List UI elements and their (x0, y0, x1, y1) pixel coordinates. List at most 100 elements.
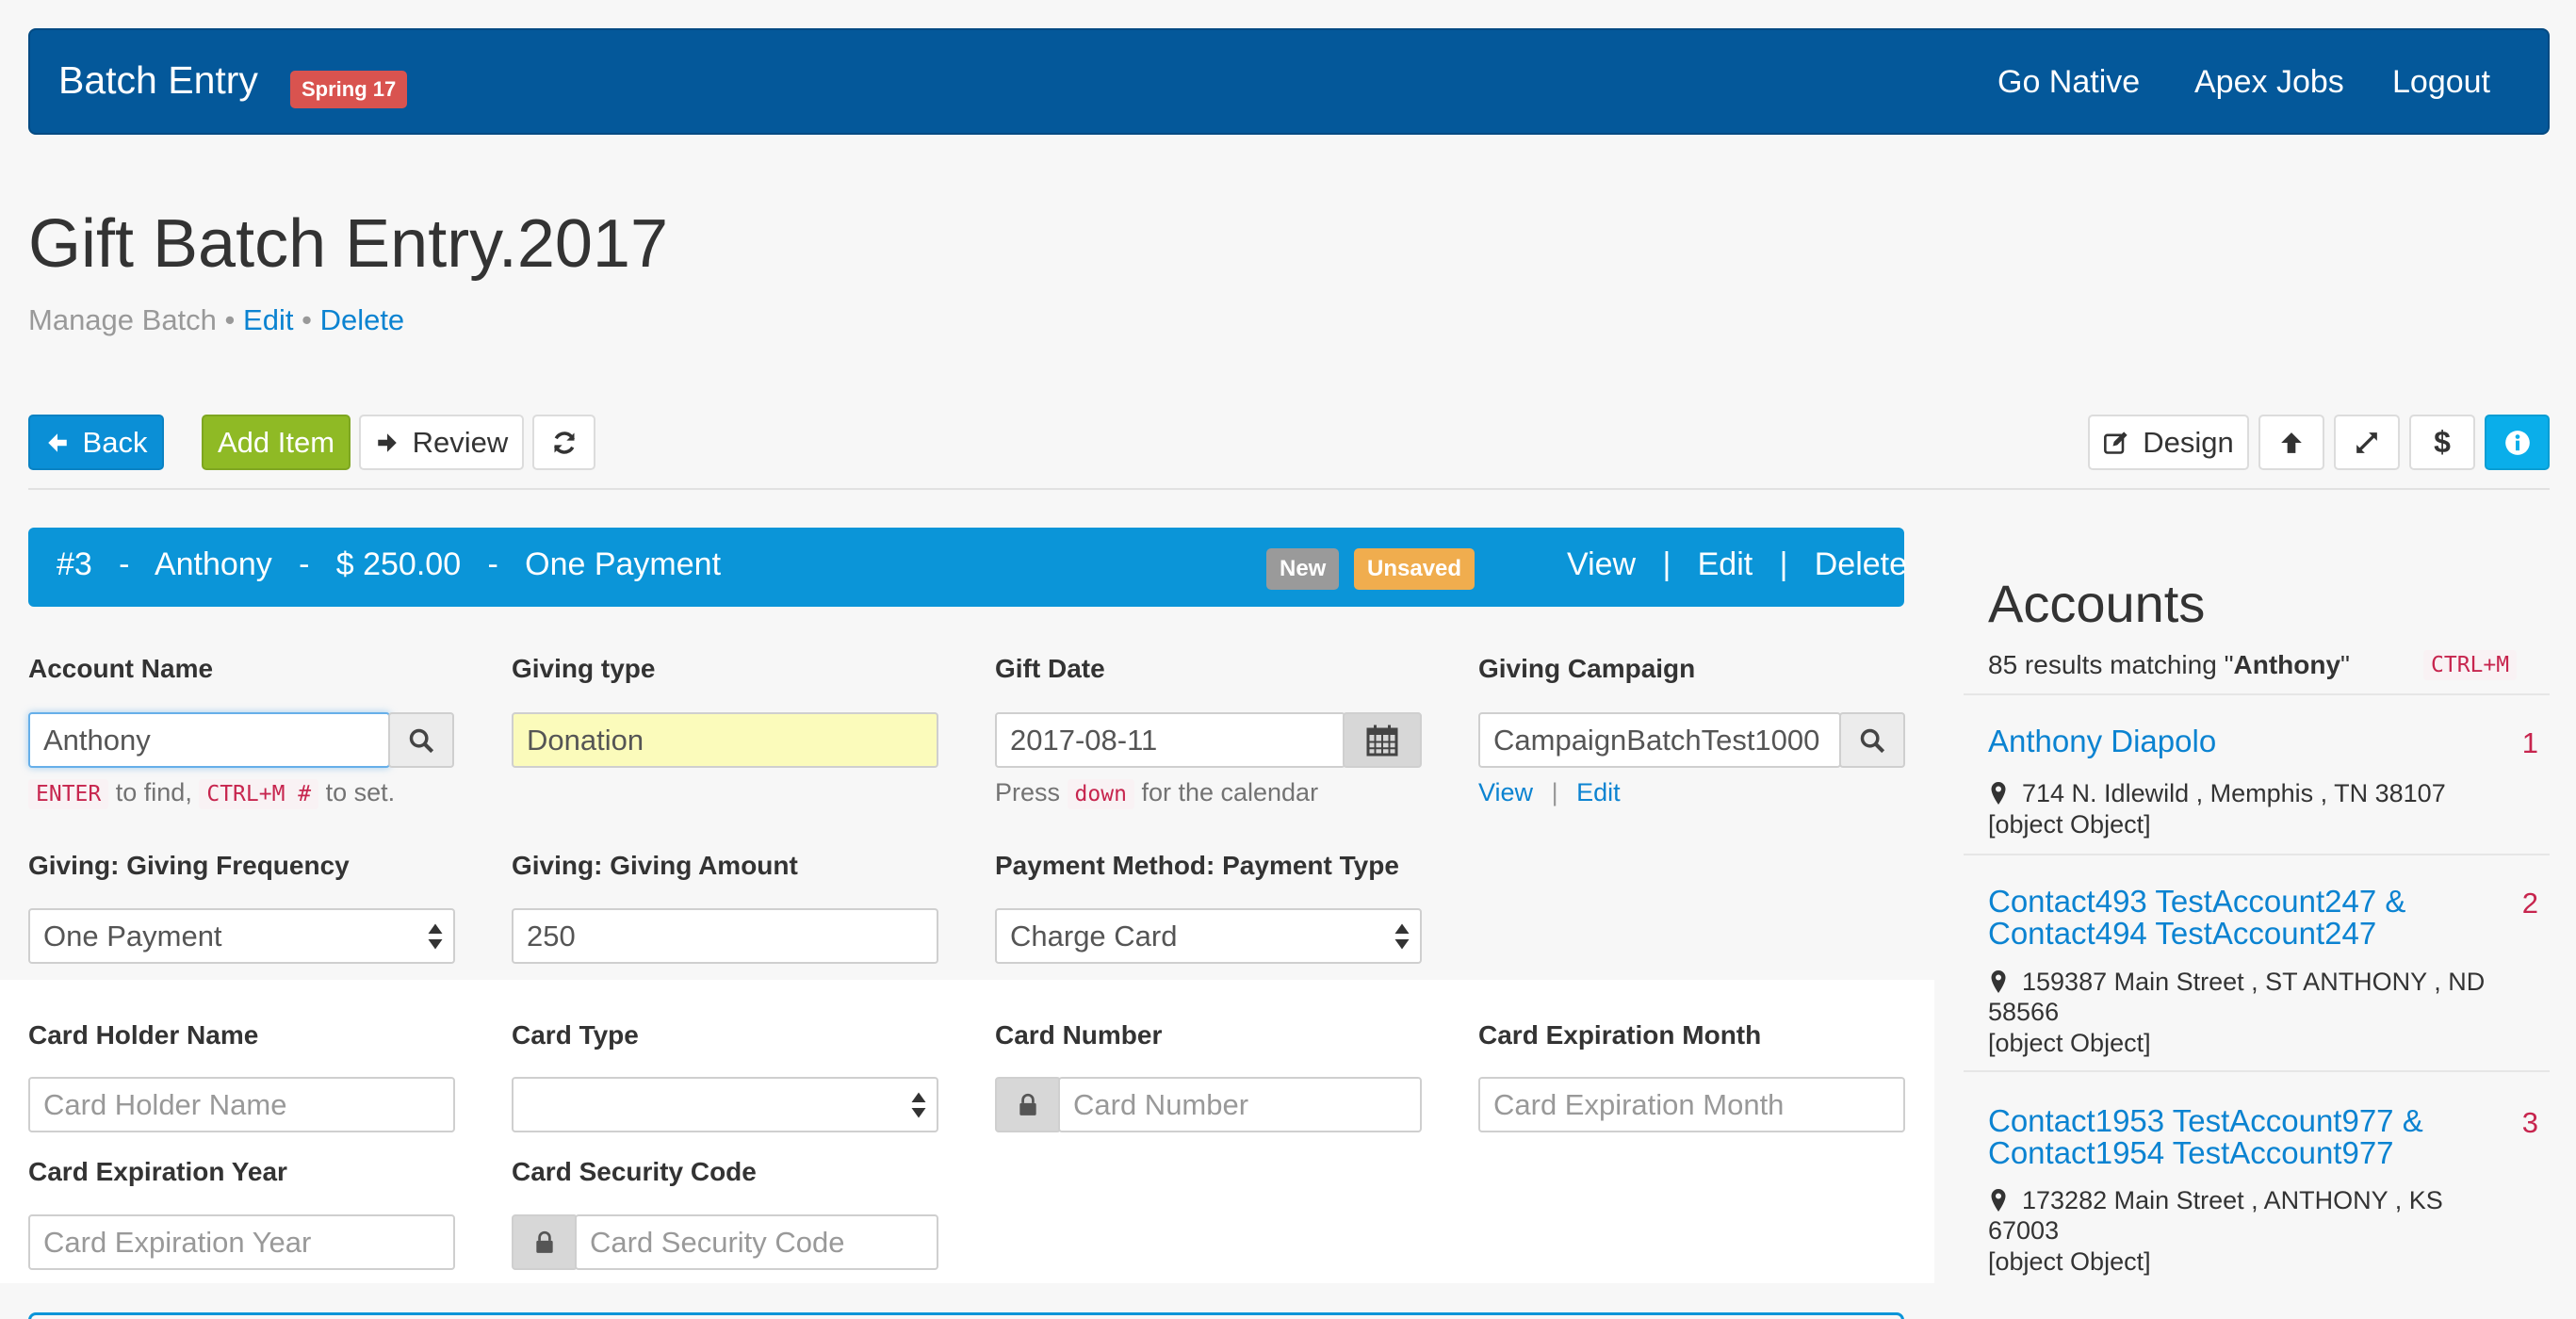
map-marker-icon (1991, 782, 2006, 805)
account-name-help: ENTER to find, CTRL+M # to set. (28, 778, 395, 809)
nav-link-logout[interactable]: Logout (2392, 64, 2490, 101)
delete-batch-link[interactable]: Delete (320, 303, 405, 336)
account-result-item[interactable]: Anthony Diapolo 1 714 N. Idlewild , Memp… (1964, 693, 2550, 854)
account-result-name[interactable]: Anthony Diapolo (1988, 725, 2478, 757)
giving-campaign-label: Giving Campaign (1478, 654, 1696, 683)
design-button[interactable]: Design (2088, 415, 2249, 470)
payment-type-select[interactable]: Charge Card (995, 908, 1422, 964)
item-edit-link[interactable]: Edit (1698, 546, 1753, 582)
info-button[interactable] (2485, 415, 2550, 470)
select-arrows-icon (1394, 923, 1410, 950)
kbd-enter: ENTER (28, 779, 109, 809)
separator: - (487, 546, 498, 582)
card-exp-year-input[interactable]: Card Expiration Year (28, 1214, 455, 1270)
campaign-edit-link[interactable]: Edit (1576, 778, 1621, 806)
account-result-name[interactable]: Contact493 TestAccount247 & Contact494 T… (1988, 886, 2478, 950)
next-item-header (28, 1312, 1904, 1319)
separator: • (302, 303, 312, 336)
card-holder-input[interactable]: Card Holder Name (28, 1077, 455, 1132)
account-name-input[interactable]: Anthony (28, 712, 390, 768)
card-security-input[interactable]: Card Security Code (575, 1214, 938, 1270)
item-number: #3 (57, 546, 92, 582)
results-text: " (2340, 650, 2350, 679)
account-result-number: 2 (2521, 887, 2538, 920)
giving-amount-label: Giving: Giving Amount (512, 851, 798, 880)
gift-date-input[interactable]: 2017-08-11 (995, 712, 1345, 768)
payment-type-value: Charge Card (1010, 920, 1178, 953)
item-view-link[interactable]: View (1567, 546, 1636, 582)
giving-type-input[interactable]: Donation (512, 712, 938, 768)
giving-frequency-select[interactable]: One Payment (28, 908, 455, 964)
add-item-button[interactable]: Add Item (202, 415, 351, 470)
card-exp-month-input[interactable]: Card Expiration Month (1478, 1077, 1905, 1132)
item-delete-link[interactable]: Delete (1815, 546, 1907, 582)
item-frequency: One Payment (525, 546, 722, 582)
item-amount: $ 250.00 (335, 546, 462, 582)
card-number-input[interactable]: Card Number (1058, 1077, 1422, 1132)
toolbar-divider (28, 488, 2550, 490)
nav-link-apex-jobs[interactable]: Apex Jobs (2194, 64, 2344, 101)
giving-frequency-label: Giving: Giving Frequency (28, 851, 350, 880)
back-button[interactable]: Back (28, 415, 164, 470)
refresh-icon (553, 431, 575, 454)
payment-type-label: Payment Method: Payment Type (995, 851, 1399, 880)
search-icon (1860, 728, 1885, 753)
campaign-search-button[interactable] (1839, 712, 1905, 768)
expand-button[interactable] (2334, 415, 2400, 470)
card-exp-month-label: Card Expiration Month (1478, 1020, 1762, 1050)
giving-frequency-value: One Payment (43, 920, 222, 953)
campaign-view-link[interactable]: View (1478, 778, 1533, 806)
manage-batch-label: Manage Batch (28, 303, 217, 336)
top-navbar: Batch Entry Spring 17 Go Native Apex Job… (28, 28, 2550, 135)
move-up-button[interactable] (2258, 415, 2324, 470)
calendar-icon (1366, 725, 1398, 756)
card-security-lock (512, 1214, 578, 1270)
nav-link-go-native[interactable]: Go Native (1997, 64, 2140, 101)
edit-batch-link[interactable]: Edit (243, 303, 293, 336)
account-search-button[interactable] (388, 712, 454, 768)
batch-item-header: #3 - Anthony - $ 250.00 - One Payment Ne… (28, 528, 1907, 607)
separator: | (1662, 546, 1671, 582)
account-result-address: 173282 Main Street , ANTHONY , KS 67003 (1988, 1186, 2443, 1245)
card-type-select[interactable] (512, 1077, 938, 1132)
accounts-results-count: 85 results matching "Anthony" (1988, 650, 2350, 680)
lock-icon (536, 1230, 553, 1253)
gift-date-label: Gift Date (995, 654, 1105, 683)
giving-type-label: Giving type (512, 654, 656, 683)
select-arrows-icon (428, 923, 443, 950)
add-item-label: Add Item (217, 425, 335, 459)
giving-campaign-input[interactable]: CampaignBatchTest1000 (1478, 712, 1841, 768)
currency-button[interactable]: $ (2409, 415, 2475, 470)
help-text: for the calendar (1141, 778, 1319, 806)
account-result-item[interactable]: Contact1953 TestAccount977 & Contact1954… (1964, 1070, 2550, 1296)
lock-icon (1019, 1093, 1036, 1115)
refresh-button[interactable] (532, 415, 595, 470)
card-type-label: Card Type (512, 1020, 639, 1050)
search-icon (409, 728, 434, 753)
account-result-item[interactable]: Contact493 TestAccount247 & Contact494 T… (1964, 854, 2550, 1070)
select-arrows-icon (911, 1092, 926, 1118)
account-result-address: 159387 Main Street , ST ANTHONY , ND 585… (1988, 968, 2486, 1026)
app-brand[interactable]: Batch Entry (58, 58, 258, 103)
account-result-name[interactable]: Contact1953 TestAccount977 & Contact1954… (1988, 1105, 2478, 1169)
results-text: 85 results matching " (1988, 650, 2234, 679)
kbd-down: down (1067, 779, 1134, 809)
review-button[interactable]: Review (359, 415, 524, 470)
item-actions: View | Edit | Delete (1567, 546, 1907, 583)
item-summary: #3 - Anthony - $ 250.00 - One Payment (57, 546, 721, 583)
gift-date-help: Press down for the calendar (995, 778, 1319, 809)
release-badge: Spring 17 (290, 71, 408, 108)
calendar-button[interactable] (1343, 712, 1422, 768)
status-badge-unsaved: Unsaved (1354, 548, 1475, 590)
account-result-address: 714 N. Idlewild , Memphis , TN 38107 (2022, 779, 2446, 807)
help-text: to find, (115, 778, 192, 806)
separator: - (299, 546, 310, 582)
kbd-ctrl-m: CTRL+M (2423, 650, 2518, 680)
item-name: Anthony (154, 546, 272, 582)
account-name-label: Account Name (28, 654, 214, 683)
arrow-up-icon (2281, 432, 2302, 453)
accounts-title: Accounts (1988, 574, 2206, 633)
card-security-label: Card Security Code (512, 1157, 757, 1186)
campaign-links: View | Edit (1478, 778, 1621, 807)
giving-amount-input[interactable]: 250 (512, 908, 938, 964)
